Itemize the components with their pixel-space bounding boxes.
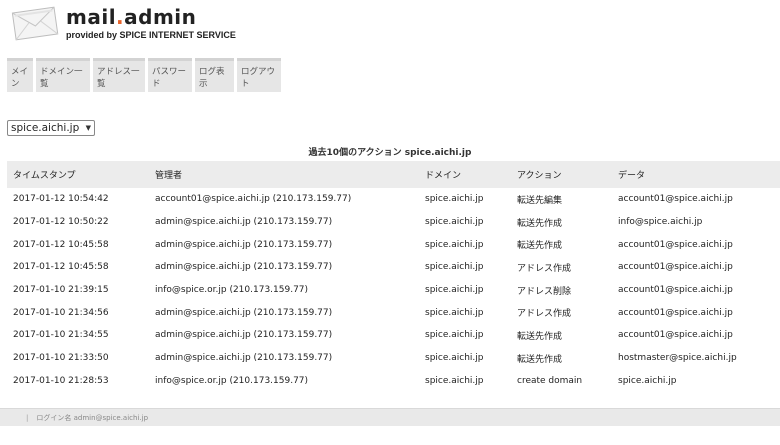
cell-timestamp: 2017-01-10 21:34:56: [13, 307, 109, 318]
header-timestamp: タイムスタンプ: [13, 171, 76, 181]
domain-select-value: spice.aichi.jp: [11, 122, 80, 134]
cell-data: account01@spice.aichi.jp: [618, 239, 733, 250]
cell-action: 転送先作成: [517, 218, 563, 229]
nav-main[interactable]: メイン: [7, 58, 33, 92]
table-body: 2017-01-12 10:54:42 account01@spice.aichi…: [7, 188, 780, 392]
cell-admin: admin@spice.aichi.jp (210.173.159.77): [155, 330, 333, 341]
cell-data: account01@spice.aichi.jp: [618, 262, 733, 273]
cell-admin: admin@spice.aichi.jp (210.173.159.77): [155, 307, 333, 318]
header-domain: ドメイン: [425, 171, 462, 181]
cell-timestamp: 2017-01-10 21:33:50: [13, 353, 109, 364]
header: mail.admin provided by SPICE INTERNET SE…: [0, 0, 780, 50]
footer-separator: |: [26, 413, 29, 422]
cell-domain: spice.aichi.jp: [425, 262, 484, 273]
cell-admin: admin@spice.aichi.jp (210.173.159.77): [155, 239, 333, 250]
brand-tagline: provided by SPICE INTERNET SERVICE: [66, 30, 236, 40]
action-log-table: タイムスタンプ 管理者 ドメイン アクション データ 2017-01-12 10…: [7, 161, 780, 392]
table-row: 2017-01-12 10:50:22 admin@spice.aichi.jp …: [7, 211, 780, 234]
brand-name: mail.admin: [66, 5, 197, 29]
nav-log-view[interactable]: ログ表示: [195, 58, 234, 92]
cell-action: アドレス作成: [517, 263, 572, 274]
cell-timestamp: 2017-01-10 21:39:15: [13, 285, 109, 296]
table-title: 過去10個のアクション spice.aichi.jp: [308, 148, 472, 158]
table-row: 2017-01-12 10:54:42 account01@spice.aichi…: [7, 188, 780, 211]
cell-data: account01@spice.aichi.jp: [618, 307, 733, 318]
cell-action: create domain: [517, 375, 583, 386]
cell-data: info@spice.aichi.jp: [618, 217, 703, 228]
table-row: 2017-01-12 10:45:58 admin@spice.aichi.jp …: [7, 233, 780, 256]
table-row: 2017-01-10 21:28:53 info@spice.or.jp (210…: [7, 370, 780, 393]
cell-action: アドレス作成: [517, 309, 572, 320]
cell-timestamp: 2017-01-12 10:54:42: [13, 194, 109, 205]
cell-domain: spice.aichi.jp: [425, 375, 484, 386]
cell-action: 転送先作成: [517, 241, 563, 252]
cell-domain: spice.aichi.jp: [425, 239, 484, 250]
cell-admin: info@spice.or.jp (210.173.159.77): [155, 375, 309, 386]
cell-timestamp: 2017-01-12 10:50:22: [13, 217, 109, 228]
cell-admin: admin@spice.aichi.jp (210.173.159.77): [155, 262, 333, 273]
main-nav: メイン ドメイン一覧 アドレス一覧 パスワード ログ表示 ログアウト: [7, 58, 281, 92]
cell-timestamp: 2017-01-12 10:45:58: [13, 239, 109, 250]
cell-timestamp: 2017-01-10 21:34:55: [13, 330, 109, 341]
cell-admin: admin@spice.aichi.jp (210.173.159.77): [155, 353, 333, 364]
chevron-down-icon: ▼: [85, 124, 91, 132]
cell-data: account01@spice.aichi.jp: [618, 194, 733, 205]
header-data: データ: [618, 171, 646, 181]
nav-logout[interactable]: ログアウト: [237, 58, 281, 92]
table-row: 2017-01-10 21:34:55 admin@spice.aichi.jp …: [7, 324, 780, 347]
cell-admin: admin@spice.aichi.jp (210.173.159.77): [155, 217, 333, 228]
nav-password[interactable]: パスワード: [148, 58, 192, 92]
header-action: アクション: [517, 171, 562, 181]
table-row: 2017-01-10 21:39:15 info@spice.or.jp (210…: [7, 279, 780, 302]
login-name: ログイン名 admin@spice.aichi.jp: [36, 413, 149, 422]
nav-domain-list[interactable]: ドメイン一覧: [36, 58, 90, 92]
cell-timestamp: 2017-01-10 21:28:53: [13, 375, 109, 386]
table-row: 2017-01-10 21:34:56 admin@spice.aichi.jp …: [7, 301, 780, 324]
cell-action: アドレス削除: [517, 286, 572, 297]
cell-data: account01@spice.aichi.jp: [618, 330, 733, 341]
domain-select[interactable]: spice.aichi.jp ▼: [7, 120, 95, 136]
footer: | ログイン名 admin@spice.aichi.jp: [0, 408, 780, 426]
cell-action: 転送先作成: [517, 354, 563, 365]
envelope-logo-icon: [11, 6, 59, 41]
cell-action: 転送先作成: [517, 331, 563, 342]
table-row: 2017-01-10 21:33:50 admin@spice.aichi.jp …: [7, 347, 780, 370]
header-admin: 管理者: [155, 171, 183, 181]
cell-data: account01@spice.aichi.jp: [618, 285, 733, 296]
cell-data: hostmaster@spice.aichi.jp: [618, 353, 737, 364]
cell-admin: info@spice.or.jp (210.173.159.77): [155, 285, 309, 296]
cell-domain: spice.aichi.jp: [425, 217, 484, 228]
cell-data: spice.aichi.jp: [618, 375, 677, 386]
cell-domain: spice.aichi.jp: [425, 330, 484, 341]
cell-admin: account01@spice.aichi.jp (210.173.159.77…: [155, 194, 352, 205]
cell-timestamp: 2017-01-12 10:45:58: [13, 262, 109, 273]
nav-address-list[interactable]: アドレス一覧: [93, 58, 145, 92]
cell-domain: spice.aichi.jp: [425, 285, 484, 296]
table-row: 2017-01-12 10:45:58 admin@spice.aichi.jp …: [7, 256, 780, 279]
cell-domain: spice.aichi.jp: [425, 194, 484, 205]
cell-domain: spice.aichi.jp: [425, 353, 484, 364]
table-header-row: タイムスタンプ 管理者 ドメイン アクション データ: [7, 161, 780, 188]
cell-action: 転送先編集: [517, 195, 563, 206]
cell-domain: spice.aichi.jp: [425, 307, 484, 318]
